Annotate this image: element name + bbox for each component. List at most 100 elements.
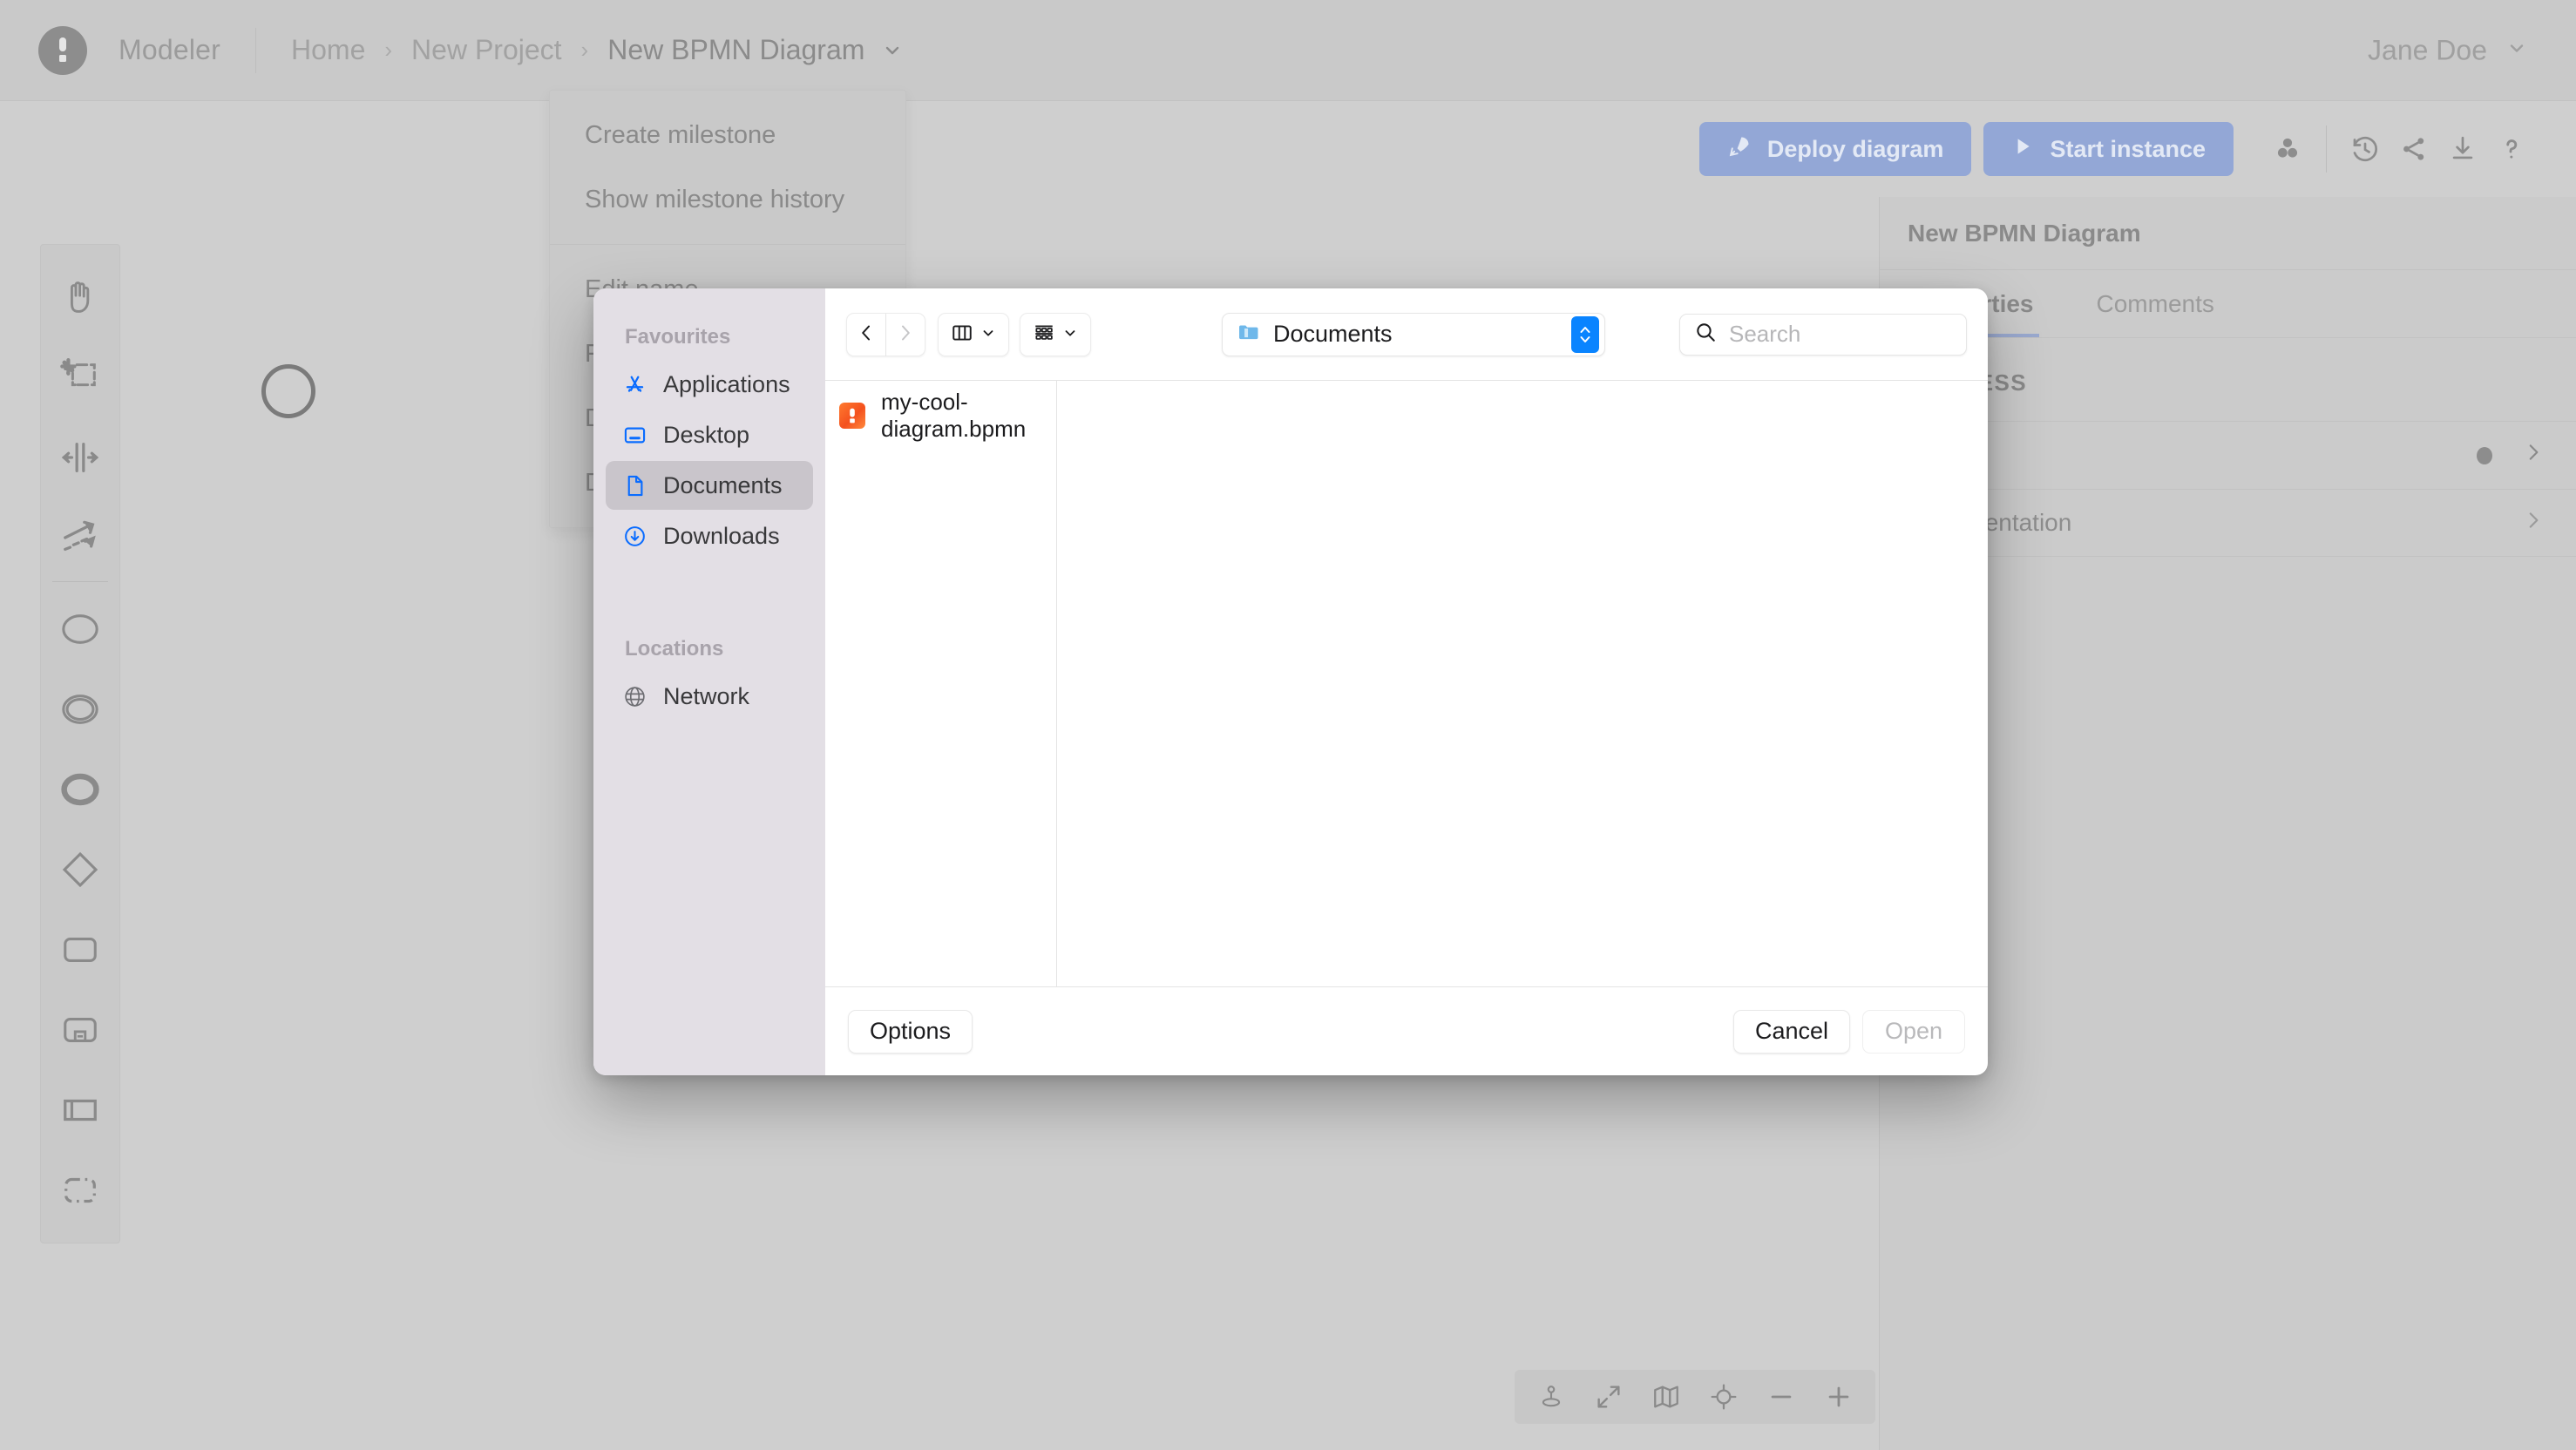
sidebar-item-desktop[interactable]: Desktop <box>606 410 813 459</box>
connect-tool-icon[interactable] <box>40 498 120 578</box>
cancel-button[interactable]: Cancel <box>1733 1010 1850 1054</box>
sidebar-item-label: Network <box>663 683 749 710</box>
columns-view-icon <box>951 322 973 347</box>
start-instance-button[interactable]: Start instance <box>1983 122 2234 176</box>
options-button[interactable]: Options <box>848 1010 973 1054</box>
start-instance-label: Start instance <box>2050 136 2206 163</box>
lasso-tool-icon[interactable] <box>40 337 120 417</box>
dialog-sidebar: Favourites Applications Desktop Document… <box>593 288 825 1075</box>
chevron-down-icon <box>980 325 996 343</box>
folder-icon <box>1237 320 1261 349</box>
breadcrumb-separator: › <box>581 37 589 64</box>
action-bar-divider <box>2326 125 2327 173</box>
group-icon[interactable] <box>40 1150 120 1230</box>
collaborators-icon[interactable] <box>2263 125 2312 173</box>
document-icon <box>621 472 647 498</box>
sidebar-item-network[interactable]: Network <box>606 672 813 721</box>
menu-divider <box>550 244 905 245</box>
chevron-right-icon <box>895 322 916 346</box>
start-event-icon[interactable] <box>40 589 120 669</box>
download-icon[interactable] <box>2438 125 2487 173</box>
menu-item-show-milestone-history[interactable]: Show milestone history <box>550 167 905 232</box>
dialog-main: Documents Search my-cool-diagram.bpmn <box>825 288 1988 1075</box>
sidebar-item-label: Desktop <box>663 422 749 449</box>
desktop-icon <box>621 422 647 448</box>
share-icon[interactable] <box>2390 125 2438 173</box>
applications-icon <box>621 371 647 397</box>
sidebar-item-documents[interactable]: Documents <box>606 461 813 510</box>
chevron-down-icon <box>2506 37 2527 63</box>
file-name: my-cool-diagram.bpmn <box>881 389 1042 443</box>
menu-item-create-milestone[interactable]: Create milestone <box>550 103 905 167</box>
help-icon[interactable] <box>2487 125 2536 173</box>
rocket-icon <box>1727 134 1752 165</box>
deploy-diagram-label: Deploy diagram <box>1767 136 1944 163</box>
intermediate-event-icon[interactable] <box>40 669 120 749</box>
panel-row-right <box>2477 441 2545 470</box>
user-name: Jane Doe <box>2368 34 2487 66</box>
file-list-column[interactable]: my-cool-diagram.bpmn <box>825 381 1057 986</box>
user-menu[interactable]: Jane Doe <box>2368 34 2527 66</box>
search-placeholder: Search <box>1729 321 1800 348</box>
end-event-icon[interactable] <box>40 749 120 830</box>
deploy-diagram-button[interactable]: Deploy diagram <box>1699 122 1972 176</box>
chevron-down-icon <box>1062 325 1078 343</box>
fit-viewport-icon[interactable] <box>1584 1375 1633 1419</box>
sidebar-item-downloads[interactable]: Downloads <box>606 512 813 560</box>
view-grid-button[interactable] <box>1020 313 1091 356</box>
zoom-out-icon[interactable] <box>1757 1375 1806 1419</box>
status-dot-icon <box>2477 447 2492 464</box>
file-preview-column <box>1057 381 1988 986</box>
search-icon <box>1694 321 1717 348</box>
action-bar: Deploy diagram Start instance <box>1699 101 2576 197</box>
brand-name[interactable]: Modeler <box>119 34 220 66</box>
sidebar-heading-favourites: Favourites <box>593 313 825 358</box>
view-columns-button[interactable] <box>938 313 1009 356</box>
path-popup-label: Documents <box>1273 321 1559 348</box>
chevron-right-icon[interactable] <box>2522 509 2545 538</box>
breadcrumb: Home › New Project › New BPMN Diagram <box>291 34 903 66</box>
breadcrumb-item-project[interactable]: New Project <box>411 34 562 66</box>
path-popup-button[interactable]: Documents <box>1222 313 1605 356</box>
start-event-shape[interactable] <box>261 364 315 418</box>
header-divider <box>255 28 256 73</box>
center-icon[interactable] <box>1699 1375 1748 1419</box>
task-icon[interactable] <box>40 910 120 990</box>
subprocess-icon[interactable] <box>40 990 120 1070</box>
breadcrumb-item-home[interactable]: Home <box>291 34 365 66</box>
sidebar-item-label: Documents <box>663 472 783 499</box>
downloads-icon <box>621 523 647 549</box>
breadcrumb-separator: › <box>384 37 392 64</box>
dialog-footer: Options Cancel Open <box>825 986 1988 1075</box>
reset-origin-icon[interactable] <box>1527 1375 1576 1419</box>
page-title: New BPMN Diagram <box>1880 197 2576 270</box>
sidebar-item-label: Downloads <box>663 523 780 550</box>
camunda-logo-icon[interactable] <box>38 26 87 75</box>
hand-tool-icon[interactable] <box>40 257 120 337</box>
zoom-toolbar <box>1515 1370 1875 1424</box>
chevron-right-icon[interactable] <box>2522 441 2545 470</box>
chevron-down-icon[interactable] <box>882 40 903 61</box>
dialog-toolbar: Documents Search <box>825 288 1988 380</box>
sidebar-item-applications[interactable]: Applications <box>606 360 813 409</box>
nav-back-button[interactable] <box>846 313 886 356</box>
gateway-icon[interactable] <box>40 830 120 910</box>
nav-forward-button[interactable] <box>886 313 925 356</box>
list-item[interactable]: my-cool-diagram.bpmn <box>825 393 1056 438</box>
space-tool-icon[interactable] <box>40 417 120 498</box>
play-icon <box>2011 135 2034 164</box>
participant-icon[interactable] <box>40 1070 120 1150</box>
zoom-in-icon[interactable] <box>1814 1375 1863 1419</box>
minimap-icon[interactable] <box>1642 1375 1691 1419</box>
network-globe-icon <box>621 683 647 709</box>
breadcrumb-item-diagram[interactable]: New BPMN Diagram <box>607 34 864 66</box>
chevron-left-icon <box>856 322 877 346</box>
bpmn-file-icon <box>839 403 865 429</box>
grid-view-icon <box>1033 322 1055 347</box>
open-button[interactable]: Open <box>1862 1010 1965 1054</box>
search-input[interactable]: Search <box>1679 314 1967 356</box>
palette-divider <box>52 581 108 582</box>
updown-stepper-icon[interactable] <box>1571 316 1599 353</box>
tab-comments[interactable]: Comments <box>2091 270 2220 337</box>
history-icon[interactable] <box>2341 125 2390 173</box>
